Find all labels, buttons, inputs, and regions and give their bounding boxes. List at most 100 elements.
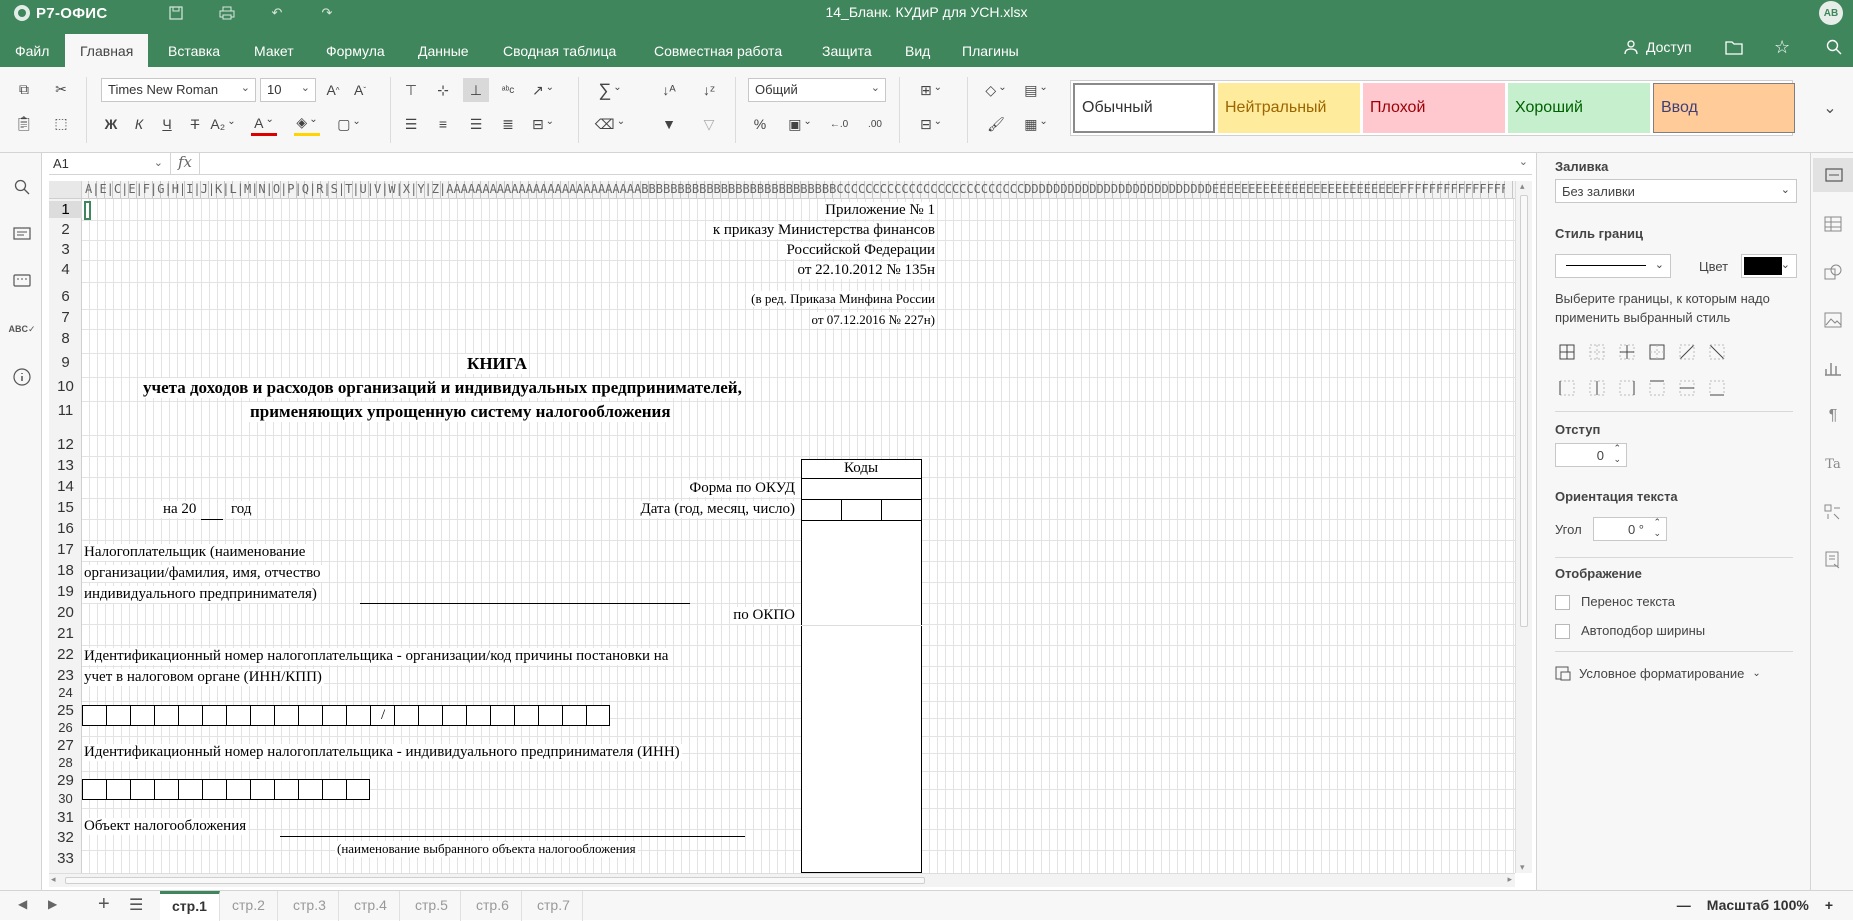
sheet-list-icon[interactable]: ☰ [129, 895, 143, 915]
row-number[interactable]: 19 [49, 583, 82, 600]
row-number[interactable]: 32 [49, 829, 82, 846]
fill-color-icon[interactable]: ◈ [294, 112, 320, 136]
clear-format-icon[interactable]: ◇ [983, 78, 1009, 102]
underline-button[interactable]: Ч [154, 112, 180, 136]
row-number[interactable]: 7 [49, 309, 82, 326]
cell-text[interactable]: (наименование выбранного объекта налогоо… [335, 841, 638, 857]
next-sheet-icon[interactable]: ▶ [48, 897, 57, 911]
chart-settings-icon[interactable] [1821, 356, 1845, 380]
tab-insert[interactable]: Вставка [153, 34, 235, 67]
horizontal-scrollbar[interactable]: ◂ ▸ [49, 873, 1515, 887]
border-none-icon[interactable] [1588, 343, 1606, 361]
row-number[interactable]: 11 [49, 402, 82, 419]
decrease-font-icon[interactable]: Aˇ [347, 78, 373, 102]
cell-text[interactable]: по ОКПО [731, 607, 797, 624]
stepper-arrows-icon[interactable]: ⌃ ⌄ [1653, 517, 1661, 539]
active-cell[interactable] [84, 201, 91, 220]
border-center-horizontal-icon[interactable] [1678, 379, 1696, 397]
access-button[interactable]: Доступ [1624, 35, 1692, 59]
border-all-icon[interactable] [1558, 343, 1576, 361]
tab-plugins[interactable]: Плагины [947, 34, 1034, 67]
autosum-icon[interactable]: ∑ [597, 78, 623, 102]
paragraph-settings-icon[interactable]: ¶ [1821, 404, 1845, 428]
select-all-corner[interactable] [49, 181, 82, 199]
border-style-select[interactable]: ⌄ [1555, 254, 1671, 278]
format-painter-icon[interactable]: 🖌︎ [983, 112, 1009, 136]
row-number[interactable]: 25 [49, 702, 82, 719]
row-number[interactable]: 12 [49, 436, 82, 453]
scroll-left-icon[interactable]: ◂ [51, 874, 56, 885]
conditional-format-icon[interactable]: ▤ [1023, 78, 1049, 102]
tab-collaboration[interactable]: Совместная работа [639, 34, 797, 67]
border-inner-icon[interactable] [1618, 343, 1636, 361]
align-top-icon[interactable]: ⊤ [398, 78, 424, 102]
cell-text[interactable]: от 22.10.2012 № 135н [795, 262, 937, 279]
cell-text[interactable]: Дата (год, месяц, число) [638, 501, 797, 518]
cell-text[interactable]: от 07.12.2016 № 227н) [809, 312, 937, 328]
tab-formula[interactable]: Формула [311, 34, 400, 67]
decrease-decimal-icon[interactable]: ←.0 [826, 112, 852, 136]
spreadsheet-grid[interactable]: A|E|C|E|F|G|H|I|J|K|L|M|N|O|P|Q|R|S|T|U|… [49, 181, 1515, 873]
book-title[interactable]: КНИГА [465, 354, 530, 374]
subscript-icon[interactable]: A₂ [210, 112, 236, 136]
tab-protection[interactable]: Защита [807, 34, 887, 67]
cell-text[interactable]: Форма по ОКУД [687, 480, 797, 497]
clear-icon[interactable]: ⌫ [595, 112, 623, 136]
vertical-scrollbar[interactable]: ▴ ▾ [1515, 181, 1532, 873]
increase-font-icon[interactable]: A ^ [320, 78, 346, 102]
style-input[interactable]: Ввод [1653, 83, 1795, 133]
cell-text[interactable]: Идентификационный номер налогоплательщик… [82, 744, 682, 761]
autofit-checkbox[interactable] [1555, 624, 1570, 639]
clear-filter-icon[interactable]: ▽ [696, 112, 722, 136]
pivot-settings-icon[interactable] [1821, 500, 1845, 524]
row-number[interactable]: 9 [49, 354, 82, 371]
sheet-tab-1[interactable]: стр.1 [160, 891, 220, 921]
select-all-icon[interactable]: ⬚ [48, 111, 74, 135]
sheet-tab-2[interactable]: стр.2 [220, 891, 278, 921]
text-art-icon[interactable]: Ta [1821, 452, 1845, 476]
signature-settings-icon[interactable] [1821, 548, 1845, 572]
tab-view[interactable]: Вид [890, 34, 945, 67]
row-number[interactable]: 24 [49, 685, 82, 700]
row-number[interactable]: 29 [49, 772, 82, 789]
spellcheck-icon[interactable]: ABC✓ [8, 317, 35, 341]
previous-sheet-icon[interactable]: ◀ [18, 897, 27, 911]
align-left-icon[interactable]: ☰ [398, 112, 424, 136]
number-format-select[interactable]: Общий ⌄ [748, 78, 886, 102]
percent-button[interactable]: % [747, 112, 773, 136]
style-normal[interactable]: Обычный [1073, 83, 1215, 133]
styles-expand-chevron-icon[interactable]: ⌄ [1813, 80, 1847, 136]
row-number[interactable]: 15 [49, 499, 82, 516]
sheet-tab-5[interactable]: стр.5 [403, 891, 461, 921]
book-subtitle[interactable]: применяющих упрощенную систему налогообл… [248, 402, 673, 422]
border-left-icon[interactable] [1558, 379, 1576, 397]
expand-formula-chevron-icon[interactable]: ⌄ [1519, 155, 1528, 168]
row-number[interactable]: 2 [49, 221, 82, 238]
indent-stepper[interactable]: 0 ⌃ ⌄ [1555, 443, 1627, 467]
fx-icon[interactable]: fx [171, 153, 200, 174]
align-bottom-icon[interactable]: ⊥ [463, 78, 489, 102]
merge-cells-icon[interactable]: ⊟ [530, 112, 556, 136]
border-right-icon[interactable] [1618, 379, 1636, 397]
codes-box[interactable] [801, 459, 922, 873]
table-settings-icon[interactable] [1821, 212, 1845, 236]
style-good[interactable]: Хороший [1508, 83, 1650, 133]
row-number[interactable]: 14 [49, 478, 82, 495]
border-diagonal-down-icon[interactable] [1708, 343, 1726, 361]
tab-home[interactable]: Главная [65, 34, 149, 67]
font-color-icon[interactable]: A [251, 112, 277, 136]
cell-text[interactable]: на 20 [161, 501, 199, 518]
row-number[interactable]: 21 [49, 625, 82, 642]
tab-layout[interactable]: Макет [239, 34, 309, 67]
align-middle-icon[interactable]: ⊹ [430, 78, 456, 102]
style-bad[interactable]: Плохой [1363, 83, 1505, 133]
image-settings-icon[interactable] [1821, 308, 1845, 332]
border-diagonal-up-icon[interactable] [1678, 343, 1696, 361]
comments-icon[interactable] [10, 223, 34, 247]
border-color-select[interactable]: ⌄ [1741, 254, 1797, 278]
font-size-select[interactable]: 10 ⌄ [260, 78, 316, 102]
sheet-tab-3[interactable]: стр.3 [281, 891, 339, 921]
wrap-text-icon[interactable]: ᵃᵇc [495, 78, 521, 102]
row-number[interactable]: 13 [49, 457, 82, 474]
align-center-icon[interactable]: ≡ [430, 112, 456, 136]
